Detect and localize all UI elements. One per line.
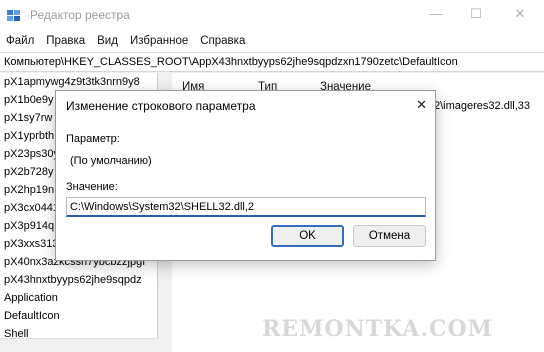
watermark-logo: REMONTKA.COM xyxy=(262,316,494,342)
value-label: Значение: xyxy=(66,181,118,193)
ok-button[interactable]: OK xyxy=(271,225,344,247)
tree-item-application[interactable]: Application xyxy=(0,289,157,307)
registry-editor-icon xyxy=(7,10,20,21)
dialog-title: Изменение строкового параметра xyxy=(66,99,256,113)
horizontal-scrollbar[interactable] xyxy=(0,338,158,352)
edit-string-dialog: Изменение строкового параметра ✕ Парамет… xyxy=(55,90,436,261)
value-cell: 2\imageres32.dll,33 xyxy=(434,100,531,112)
tree-item-defaulticon[interactable]: DefaultIcon xyxy=(0,307,157,325)
menu-edit[interactable]: Правка xyxy=(46,35,85,47)
window-title: Редактор реестра xyxy=(30,8,130,22)
menu-help[interactable]: Справка xyxy=(200,35,245,47)
menu-view[interactable]: Вид xyxy=(97,35,118,47)
tree-item[interactable]: pX1apmywg4z9t3tk3nrn9y8 xyxy=(0,73,157,91)
menu-file[interactable]: Файл xyxy=(6,35,34,47)
menu-bar: Файл Правка Вид Избранное Справка xyxy=(0,30,544,52)
address-bar[interactable]: Компьютер\HKEY_CLASSES_ROOT\AppX43hnxtby… xyxy=(0,52,544,72)
cancel-button[interactable]: Отмена xyxy=(353,225,426,247)
tree-item[interactable]: pX43hnxtbyyps62jhe9sqpdz xyxy=(0,271,157,289)
close-window-button[interactable]: ✕ xyxy=(512,6,528,22)
parameter-label: Параметр: xyxy=(66,133,120,145)
maximize-button[interactable]: ☐ xyxy=(468,6,484,22)
dialog-close-icon[interactable]: ✕ xyxy=(416,97,427,113)
title-bar: Редактор реестра — ☐ ✕ xyxy=(0,0,544,30)
menu-favorites[interactable]: Избранное xyxy=(130,35,188,47)
value-data-input[interactable]: C:\Windows\System32\SHELL32.dll,2 xyxy=(66,197,426,217)
minimize-button[interactable]: — xyxy=(428,6,444,22)
parameter-name-field: (По умолчанию) xyxy=(66,151,426,171)
